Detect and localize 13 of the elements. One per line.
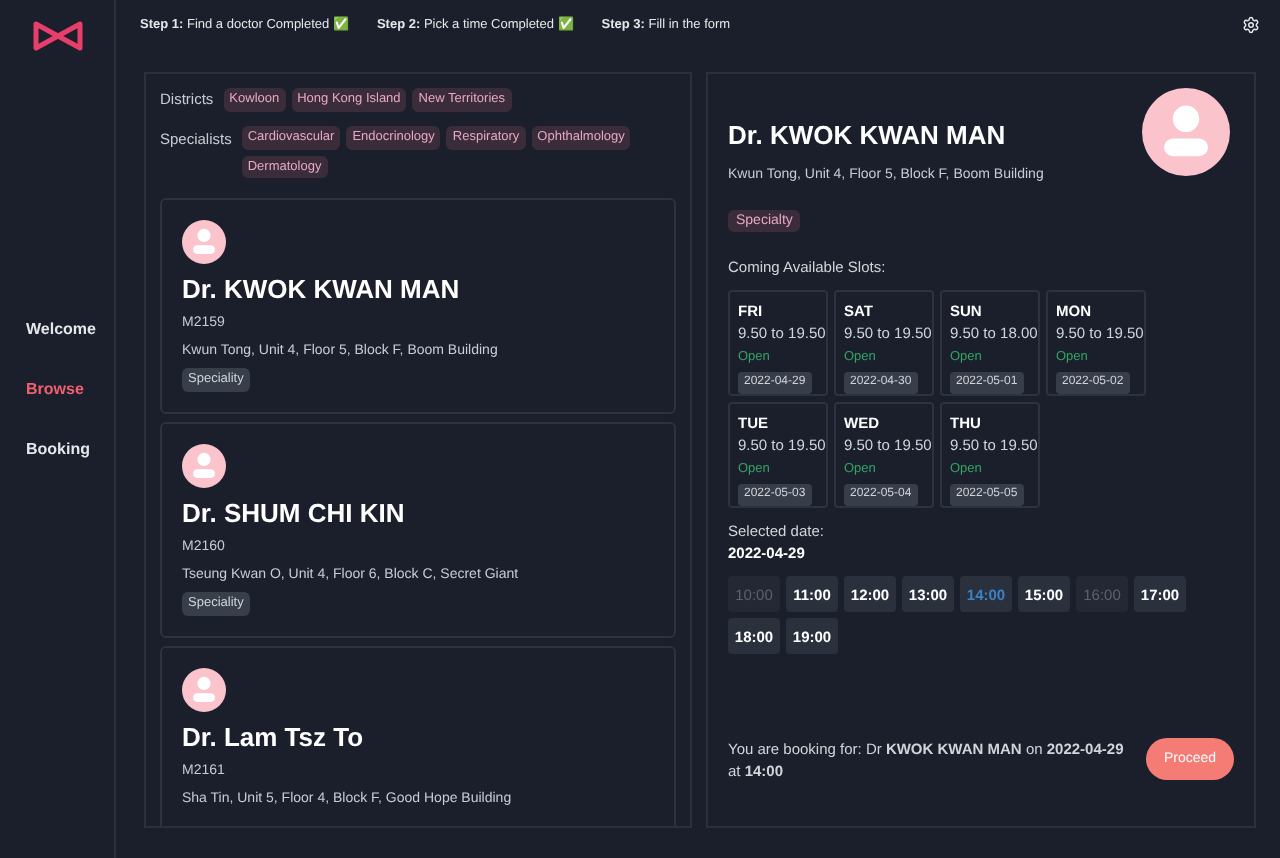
nav-link[interactable]: Welcome <box>26 318 114 342</box>
nav-link[interactable]: Booking <box>26 438 114 462</box>
avatar-icon <box>182 668 226 713</box>
nav-link[interactable]: Browse <box>26 378 114 402</box>
bowtie-logo[interactable] <box>31 20 83 52</box>
doctor-name: Dr. KWOK KWAN MAN <box>728 122 1008 148</box>
doctor-name: Dr. KWOK KWAN MAN <box>182 276 460 303</box>
avatar-icon <box>182 220 226 265</box>
doctor-name: Dr. SHUM CHI KIN <box>182 500 405 527</box>
settings-icon[interactable] <box>1242 16 1260 34</box>
doctor-name: Dr. Lam Tsz To <box>182 724 364 751</box>
avatar-icon <box>1142 88 1230 176</box>
avatar-icon <box>182 444 226 489</box>
